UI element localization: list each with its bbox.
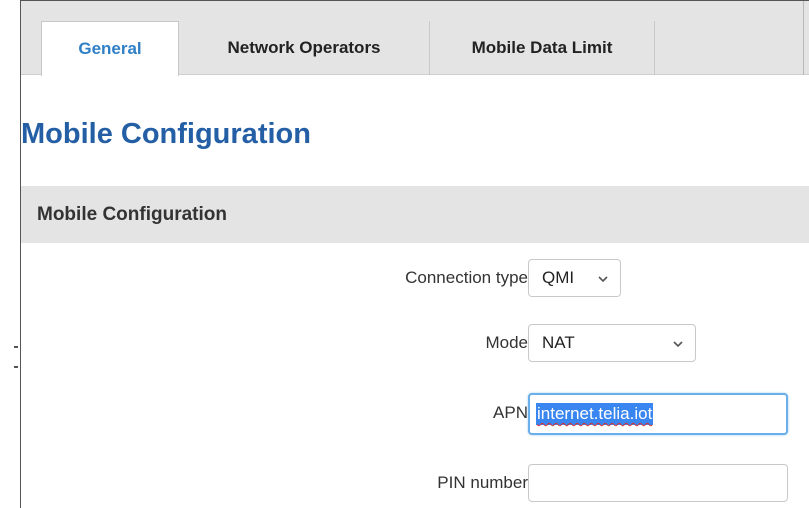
left-edge-marks [0,0,20,508]
pin-row: PIN number [21,463,809,503]
connection-type-select[interactable]: QMI [528,259,621,297]
chevron-down-icon [673,341,683,348]
edge-tick [14,346,18,348]
config-panel: General Network Operators Mobile Data Li… [20,0,809,508]
edge-tick [14,366,18,368]
pin-label: PIN number [437,473,528,492]
tab-label: Mobile Data Limit [471,38,613,57]
tab-mobile-data-limit[interactable]: Mobile Data Limit [430,21,655,75]
tabbar-edge [803,1,804,75]
apn-input[interactable]: internet.telia.iot [528,393,788,435]
tab-bar: General Network Operators Mobile Data Li… [21,1,809,76]
tab-general[interactable]: General [41,21,179,76]
chevron-down-icon [598,276,608,283]
page-title: Mobile Configuration [21,118,311,150]
mode-select[interactable]: NAT [528,324,696,362]
mode-row: Mode NAT [21,323,809,363]
apn-value: internet.telia.iot [536,403,654,425]
connection-type-value: QMI [542,268,575,287]
section-header: Mobile Configuration [21,186,809,243]
section-title: Mobile Configuration [37,203,227,225]
mode-value: NAT [542,333,575,352]
connection-type-row: Connection type QMI [21,258,809,298]
tab-label: General [78,39,142,58]
apn-row: APN internet.telia.iot [21,393,809,435]
apn-label: APN [493,403,528,422]
connection-type-label: Connection type [405,268,528,287]
tab-label: Network Operators [227,38,381,57]
tab-network-operators[interactable]: Network Operators [179,21,430,75]
mode-label: Mode [485,333,528,352]
pin-number-input[interactable] [528,464,788,502]
